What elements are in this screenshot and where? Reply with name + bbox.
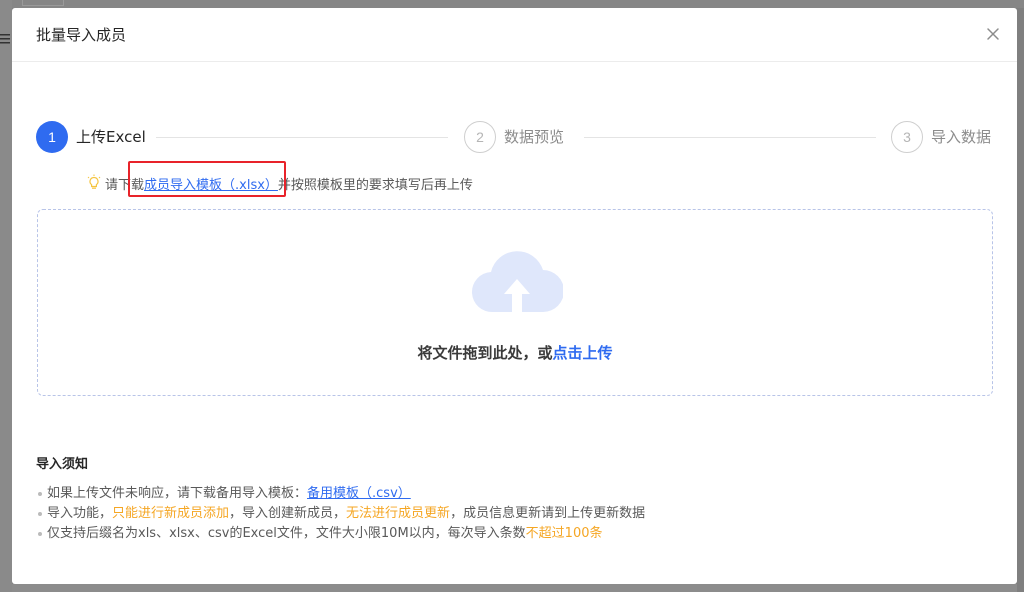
lightbulb-icon — [87, 174, 101, 189]
tip-suffix: 并按照模板里的要求填写后再上传 — [277, 177, 473, 193]
step-label: 数据预览 — [504, 128, 565, 146]
notes-title: 导入须知 — [36, 457, 89, 472]
note-item: 导入功能， 只能进行新成员添加 ，导入创建新成员， 无法进行成员更新 ，成员信息更新请到… — [36, 504, 986, 524]
step-data-preview: 2 数据预览 — [464, 121, 564, 153]
import-notes: 导入须知 如果上传文件未响应，请下载备用导入模板： 备用模板（.csv） 导入功… — [36, 456, 986, 544]
note-warning: 不超过100条 — [525, 526, 603, 541]
step-connector — [156, 137, 448, 138]
template-download-link[interactable]: 成员导入模板（.xlsx） — [144, 174, 278, 193]
steps-progress: 1 上传Excel 2 数据预览 3 导入数据 — [36, 121, 996, 153]
note-text: 仅支持后缀名为xls、xlsx、csv的Excel文件，文件大小限10M以内，每… — [47, 526, 526, 541]
step-number: 3 — [891, 121, 923, 153]
note-item: 仅支持后缀名为xls、xlsx、csv的Excel文件，文件大小限10M以内，每… — [36, 524, 986, 544]
backdrop-left — [0, 0, 12, 592]
click-upload-link[interactable]: 点击上传 — [553, 344, 613, 362]
step-number: 1 — [36, 121, 68, 153]
backdrop-bottom — [12, 584, 1017, 592]
bullet-icon — [38, 532, 42, 536]
step-number: 2 — [464, 121, 496, 153]
template-tip: 请下载 成员导入模板（.xlsx） 并按照模板里的要求填写后再上传 — [85, 173, 473, 193]
import-members-dialog: 批量导入成员 1 上传Excel 2 数据预览 3 导入数据 请下载 成员导入模 — [12, 8, 1017, 584]
upload-dropzone[interactable]: 将文件拖到此处，或点击上传 — [37, 209, 993, 396]
step-import-data: 3 导入数据 — [891, 121, 991, 153]
tip-prefix: 请下载 — [105, 177, 145, 193]
close-icon[interactable] — [981, 22, 1005, 46]
note-item: 如果上传文件未响应，请下载备用导入模板： 备用模板（.csv） — [36, 484, 986, 504]
dialog-header: 批量导入成员 — [12, 8, 1017, 62]
bullet-icon — [38, 492, 42, 496]
backdrop-tab — [22, 0, 64, 6]
backdrop-top — [0, 0, 1024, 8]
hamburger-icon — [0, 30, 12, 46]
step-label: 上传Excel — [76, 128, 146, 146]
note-warning: 无法进行成员更新 — [346, 506, 451, 521]
backup-template-link[interactable]: 备用模板（.csv） — [307, 484, 411, 504]
step-label: 导入数据 — [931, 128, 992, 146]
dialog-title: 批量导入成员 — [36, 26, 127, 44]
upload-text: 将文件拖到此处，或 — [417, 344, 553, 362]
step-upload-excel: 1 上传Excel — [36, 121, 146, 153]
note-text: ，成员信息更新请到上传更新数据 — [450, 506, 646, 521]
note-warning: 只能进行新成员添加 — [112, 506, 230, 521]
step-connector — [584, 137, 876, 138]
cloud-upload-icon — [471, 251, 563, 313]
upload-instructions: 将文件拖到此处，或点击上传 — [38, 342, 992, 363]
bullet-icon — [38, 512, 42, 516]
note-text: ，导入创建新成员， — [229, 506, 347, 521]
note-text: 导入功能， — [47, 506, 113, 521]
note-text: 如果上传文件未响应，请下载备用导入模板： — [47, 486, 308, 501]
